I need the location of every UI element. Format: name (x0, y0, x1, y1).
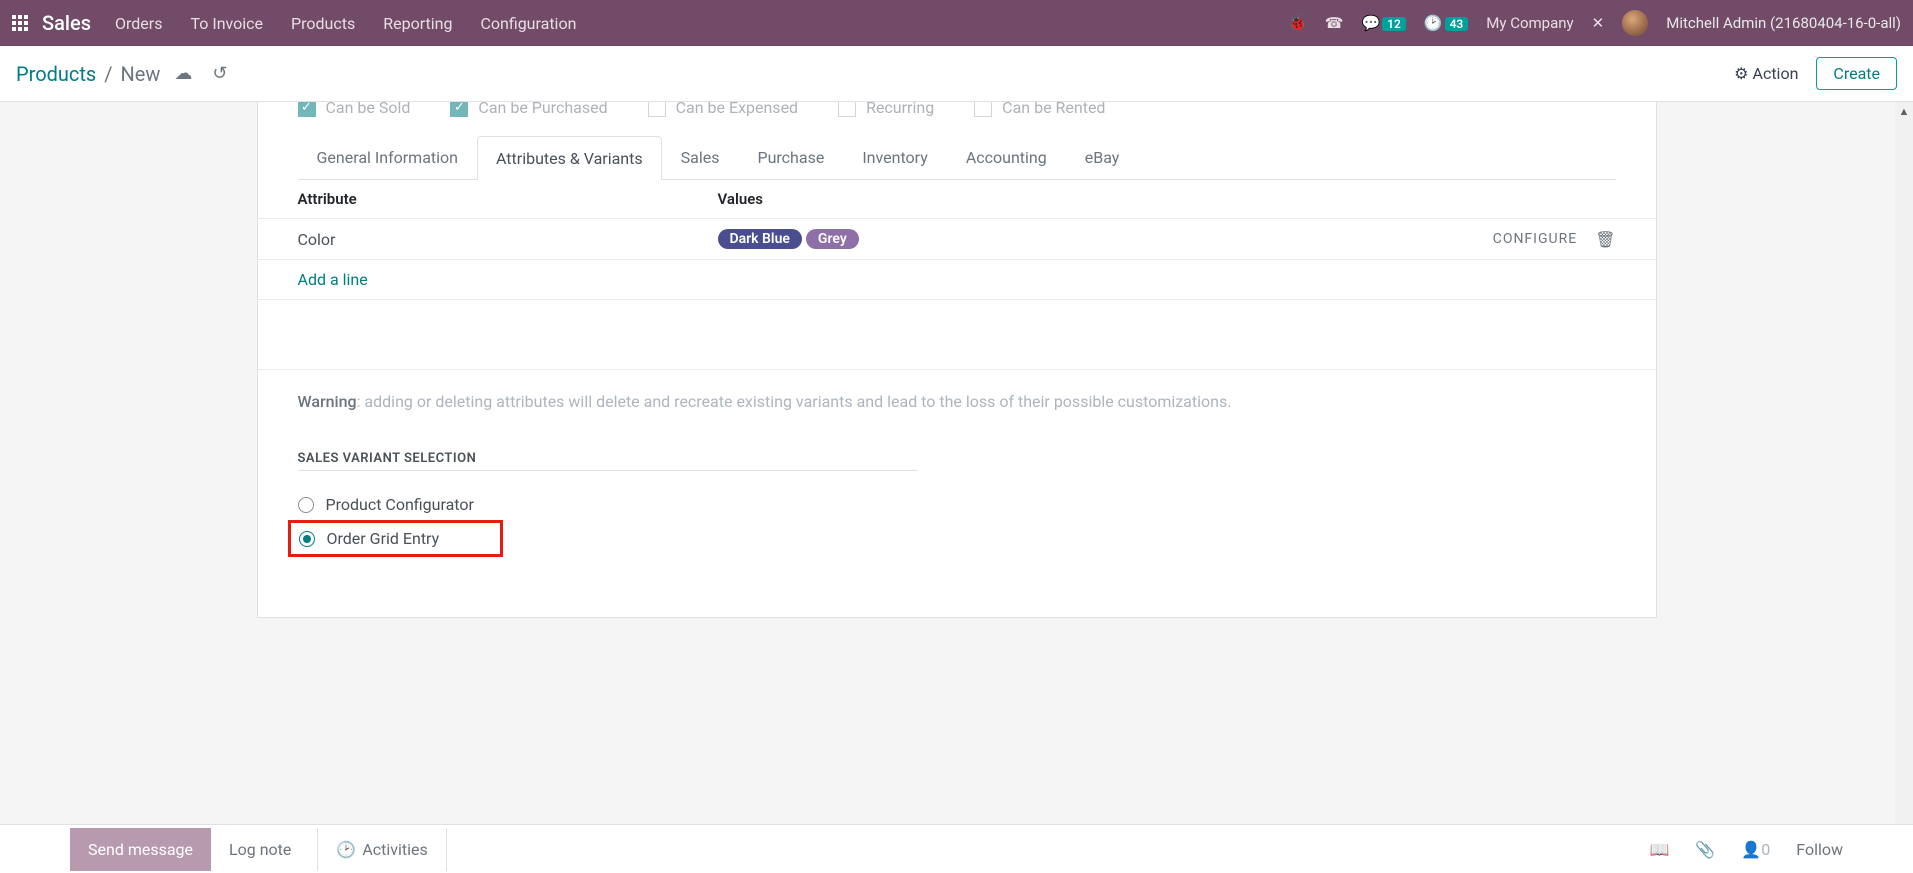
followers-count: 0 (1761, 840, 1770, 859)
action-dropdown[interactable]: ⚙ Action (1734, 64, 1798, 83)
variant-selection-radios: Product Configurator Order Grid Entry (258, 471, 1656, 617)
form-scroll-area: ✓ Can be Sold ✓ Can be Purchased Can be Ex… (0, 102, 1913, 824)
cb-label: Can be Purchased (478, 102, 607, 117)
product-options-row: ✓ Can be Sold ✓ Can be Purchased Can be Ex… (258, 102, 1656, 135)
breadcrumb-current: New (121, 62, 161, 86)
radio-label: Product Configurator (326, 495, 474, 514)
attachment-icon[interactable]: 📎 (1695, 840, 1715, 859)
th-values: Values (718, 190, 1616, 208)
activities-icon[interactable]: 🕑43 (1424, 14, 1468, 32)
table-row[interactable]: Color Dark Blue Grey CONFIGURE 🗑 (258, 218, 1656, 259)
tab-attributes-variants[interactable]: Attributes & Variants (477, 136, 662, 180)
follow-button[interactable]: Follow (1796, 840, 1843, 859)
send-message-button[interactable]: Send message (70, 828, 211, 871)
attributes-table: Attribute Values Color Dark Blue Grey CO… (258, 180, 1656, 370)
warning-body: : adding or deleting attributes will del… (357, 392, 1232, 411)
radio-product-configurator[interactable]: Product Configurator (298, 489, 1616, 520)
support-icon[interactable]: ☎ (1325, 14, 1344, 32)
checkbox-icon (648, 102, 666, 117)
tools-icon[interactable]: ✕ (1592, 14, 1605, 32)
cb-label: Can be Expensed (676, 102, 798, 117)
activities-badge: 43 (1445, 17, 1469, 31)
th-attribute: Attribute (298, 190, 718, 208)
action-label: Action (1753, 64, 1799, 83)
control-panel: Products / New ☁ ↺ ⚙ Action Create (0, 46, 1913, 102)
user-name[interactable]: Mitchell Admin (21680404-16-0-all) (1666, 14, 1901, 32)
table-blank-row (258, 300, 1656, 370)
radio-icon (299, 531, 315, 547)
scrollbar-up-icon[interactable]: ▲ (1895, 102, 1913, 120)
cb-can-be-purchased[interactable]: ✓ Can be Purchased (450, 102, 607, 117)
configure-button[interactable]: CONFIGURE (1493, 231, 1577, 247)
tab-purchase[interactable]: Purchase (738, 135, 843, 179)
table-header: Attribute Values (258, 180, 1656, 218)
avatar[interactable] (1622, 10, 1648, 36)
tab-inventory[interactable]: Inventory (843, 135, 947, 179)
footer-right: 📖 📎 👤0 Follow (1650, 840, 1844, 859)
checkbox-icon (838, 102, 856, 117)
check-icon: ✓ (450, 102, 468, 117)
breadcrumb-root[interactable]: Products (16, 62, 96, 86)
save-cloud-icon[interactable]: ☁ (174, 63, 192, 84)
nav-to-invoice[interactable]: To Invoice (190, 14, 263, 33)
cb-can-be-rented[interactable]: Can be Rented (974, 102, 1105, 117)
log-note-button[interactable]: Log note (211, 828, 309, 871)
add-line-row: Add a line (258, 259, 1656, 300)
apps-icon[interactable] (12, 15, 28, 31)
clock-icon: 🕑 (336, 840, 356, 859)
check-icon: ✓ (298, 102, 316, 117)
cb-label: Recurring (866, 102, 934, 117)
app-brand[interactable]: Sales (42, 11, 91, 35)
top-navbar: Sales Orders To Invoice Products Reporti… (0, 0, 1913, 46)
top-right: 🐞 ☎ 💬12 🕑43 My Company ✕ Mitchell Admin … (1288, 10, 1901, 36)
tab-general-information[interactable]: General Information (298, 135, 478, 179)
scrollbar[interactable]: ▲ (1895, 102, 1913, 824)
warning-text: Warning: adding or deleting attributes w… (258, 370, 1656, 433)
cb-label: Can be Sold (326, 102, 411, 117)
activities-button[interactable]: 🕑 Activities (317, 828, 446, 871)
tab-sales[interactable]: Sales (662, 135, 739, 179)
chatter-footer: Send message Log note 🕑 Activities 📖 📎 👤… (0, 824, 1913, 873)
attr-name-cell[interactable]: Color (298, 230, 718, 249)
discard-icon[interactable]: ↺ (212, 63, 227, 84)
nav-orders[interactable]: Orders (115, 14, 162, 33)
nav-reporting[interactable]: Reporting (383, 14, 452, 33)
section-sales-variant-selection: SALES VARIANT SELECTION (298, 451, 918, 471)
tab-ebay[interactable]: eBay (1066, 135, 1139, 179)
checkbox-icon (974, 102, 992, 117)
trash-icon[interactable]: 🗑 (1595, 230, 1615, 249)
activities-label: Activities (362, 840, 427, 859)
tab-accounting[interactable]: Accounting (947, 135, 1066, 179)
warning-label: Warning (298, 392, 357, 411)
notebook-tabs: General Information Attributes & Variant… (298, 135, 1616, 180)
messages-icon[interactable]: 💬12 (1361, 14, 1405, 32)
cb-can-be-expensed[interactable]: Can be Expensed (648, 102, 798, 117)
attr-values-cell[interactable]: Dark Blue Grey (718, 229, 1493, 249)
debug-icon[interactable]: 🐞 (1288, 14, 1307, 32)
nav-products[interactable]: Products (291, 14, 355, 33)
main-nav: Orders To Invoice Products Reporting Con… (115, 14, 576, 33)
company-name[interactable]: My Company (1486, 14, 1573, 32)
value-tag[interactable]: Dark Blue (718, 229, 802, 249)
messages-badge: 12 (1382, 17, 1406, 31)
followers-icon[interactable]: 👤0 (1741, 840, 1770, 859)
breadcrumb: Products / New (16, 62, 160, 86)
add-line-button[interactable]: Add a line (298, 270, 368, 289)
radio-icon (298, 497, 314, 513)
book-icon[interactable]: 📖 (1650, 840, 1670, 859)
cb-label: Can be Rented (1002, 102, 1105, 117)
form-sheet: ✓ Can be Sold ✓ Can be Purchased Can be Ex… (257, 102, 1657, 618)
cb-recurring[interactable]: Recurring (838, 102, 934, 117)
gear-icon: ⚙ (1734, 64, 1748, 83)
cb-can-be-sold[interactable]: ✓ Can be Sold (298, 102, 411, 117)
radio-label: Order Grid Entry (327, 529, 440, 548)
radio-order-grid-entry[interactable]: Order Grid Entry (288, 520, 503, 557)
breadcrumb-sep: / (104, 62, 112, 86)
nav-configuration[interactable]: Configuration (480, 14, 576, 33)
create-button[interactable]: Create (1816, 57, 1897, 90)
value-tag[interactable]: Grey (806, 229, 859, 249)
